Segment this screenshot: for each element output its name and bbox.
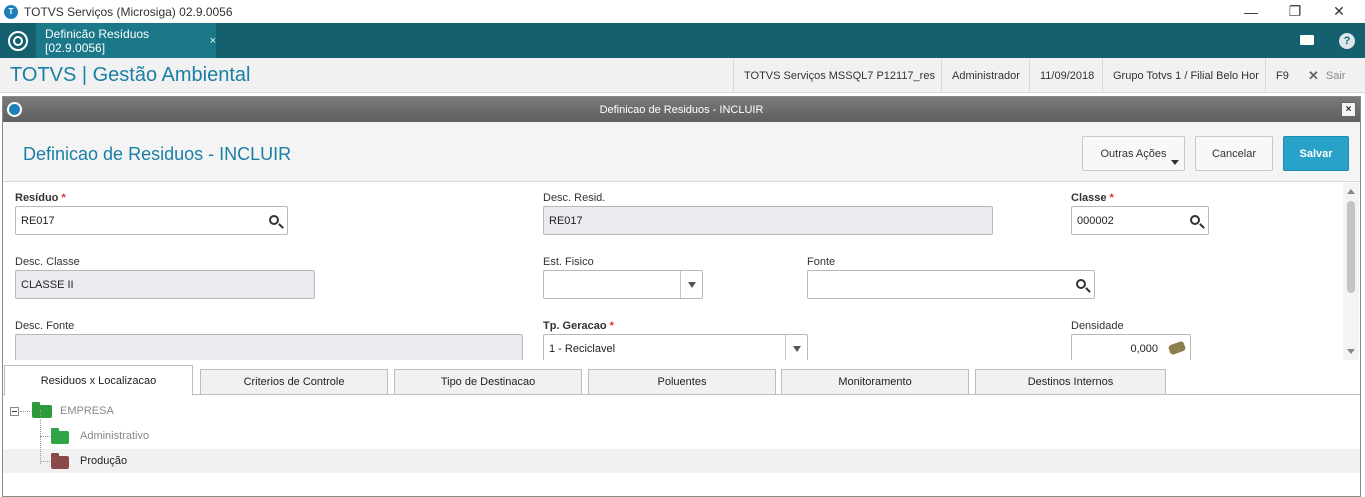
tab-poluentes[interactable]: Poluentes [588,369,776,395]
tree-node-label: EMPRESA [60,405,114,417]
residuo-value: RE017 [21,214,55,227]
chevron-down-icon[interactable] [680,271,702,298]
totvs-logo-icon [7,102,22,117]
scroll-down-icon[interactable] [1347,349,1355,354]
search-icon[interactable] [1076,279,1086,289]
residuo-field[interactable]: RE017 [15,206,288,235]
desc-classe-value: CLASSE II [21,278,74,291]
est-fisico-label: Est. Fisico [543,256,594,268]
tab-definicao-residuos[interactable]: Definicão Resíduos [02.9.0056] × [36,23,216,58]
collapse-icon[interactable] [10,406,19,416]
help-icon[interactable]: ? [1339,33,1355,49]
tab-destinos-internos[interactable]: Destinos Internos [975,369,1166,395]
tab-residuos-localizacao[interactable]: Residuos x Localizacao [4,365,193,396]
classe-label: Classe * [1071,192,1114,204]
branch-info[interactable]: Grupo Totvs 1 / Filial Belo Hor [1102,58,1269,93]
residuos-dialog: Definicao de Residuos - INCLUIR × Defini… [2,96,1361,497]
desc-resid-label: Desc. Resid. [543,192,606,204]
residuo-form: Resíduo * RE017 Desc. Resid. RE017 Class… [3,183,1360,360]
mail-icon[interactable] [1300,35,1314,45]
tree-node-label: Produção [80,455,128,467]
folder-open-icon [32,402,52,418]
date-info: 11/09/2018 [1029,58,1104,93]
desc-fonte-label: Desc. Fonte [15,320,75,332]
totvs-logo-icon: T [4,4,18,19]
folder-tabs: Residuos x Localizacao Criterios de Cont… [3,365,1360,396]
window-title-bar: T TOTVS Serviços (Microsiga) 02.9.0056 —… [0,0,1365,23]
est-fisico-select[interactable] [543,270,703,299]
tab-label: Definicão Resíduos [02.9.0056] [45,26,150,55]
tp-geracao-select[interactable]: 1 - Reciclavel [543,334,808,360]
other-actions-button[interactable]: Outras Ações [1082,136,1185,171]
form-scrollbar[interactable] [1343,183,1359,360]
user-info: Administrador [941,58,1030,93]
dialog-toolbar: Definicao de Residuos - INCLUIR Outras A… [3,122,1360,182]
dialog-close-button[interactable]: × [1341,102,1356,117]
close-icon: ✕ [1308,67,1319,83]
densidade-field[interactable]: 0,000 [1071,334,1191,360]
classe-value: 000002 [1077,214,1114,227]
shortcut-f9[interactable]: F9 [1265,58,1299,93]
localizacao-tree: EMPRESA Administrativo Produção [3,396,1360,496]
chevron-down-icon[interactable] [785,335,807,360]
app-tab-bar: Definicão Resíduos [02.9.0056] × ? [0,23,1365,58]
other-actions-label: Outras Ações [1100,147,1167,160]
restore-button[interactable]: ❐ [1272,0,1318,23]
classe-field[interactable]: 000002 [1071,206,1209,235]
exit-button[interactable]: ✕ Sair [1298,58,1355,93]
tab-tipo-destinacao[interactable]: Tipo de Destinacao [394,369,582,395]
dialog-title-bar: Definicao de Residuos - INCLUIR × [3,97,1360,122]
tree-node-producao[interactable]: Produção [3,449,1360,473]
densidade-value: 0,000 [1130,342,1158,355]
page-title: Definicao de Residuos - INCLUIR [23,144,292,164]
chevron-down-icon [1171,160,1179,165]
tab-close-icon[interactable]: × [210,35,216,47]
window-close-button[interactable]: ✕ [1316,0,1362,23]
search-icon[interactable] [269,215,279,225]
window-title: TOTVS Serviços (Microsiga) 02.9.0056 [24,4,233,19]
folder-icon [51,453,69,469]
fonte-label: Fonte [807,256,836,268]
desc-resid-field: RE017 [543,206,993,235]
folder-icon [51,428,69,444]
tab-criterios-controle[interactable]: Criterios de Controle [200,369,388,395]
app-header: TOTVS | Gestão Ambiental TOTVS Serviços … [0,58,1365,93]
residuo-label: Resíduo * [15,192,66,204]
save-button[interactable]: Salvar [1283,136,1349,171]
search-icon[interactable] [1190,215,1200,225]
desc-classe-field: CLASSE II [15,270,315,299]
tree-node-administrativo[interactable]: Administrativo [3,424,1360,448]
desc-classe-label: Desc. Classe [15,256,80,268]
scroll-up-icon[interactable] [1347,189,1355,194]
densidade-label: Densidade [1071,320,1124,332]
environment-info: TOTVS Serviços MSSQL7 P12117_res [733,58,945,93]
exit-label: Sair [1325,69,1346,82]
scroll-thumb[interactable] [1347,201,1355,293]
fonte-field[interactable] [807,270,1095,299]
dialog-title: Definicao de Residuos - INCLUIR [599,103,764,116]
tab-monitoramento[interactable]: Monitoramento [781,369,969,395]
desc-resid-value: RE017 [549,214,583,227]
tp-geracao-label: Tp. Geracao * [543,320,614,332]
minimize-button[interactable]: — [1228,0,1274,23]
desc-fonte-field [15,334,523,360]
calculator-icon[interactable] [1167,340,1187,356]
app-name: TOTVS | Gestão Ambiental [10,64,251,86]
home-icon[interactable] [8,31,28,51]
tree-node-root[interactable]: EMPRESA [3,399,1360,423]
tree-node-label: Administrativo [80,430,150,442]
tp-geracao-value: 1 - Reciclavel [549,342,616,355]
cancel-button[interactable]: Cancelar [1195,136,1273,171]
